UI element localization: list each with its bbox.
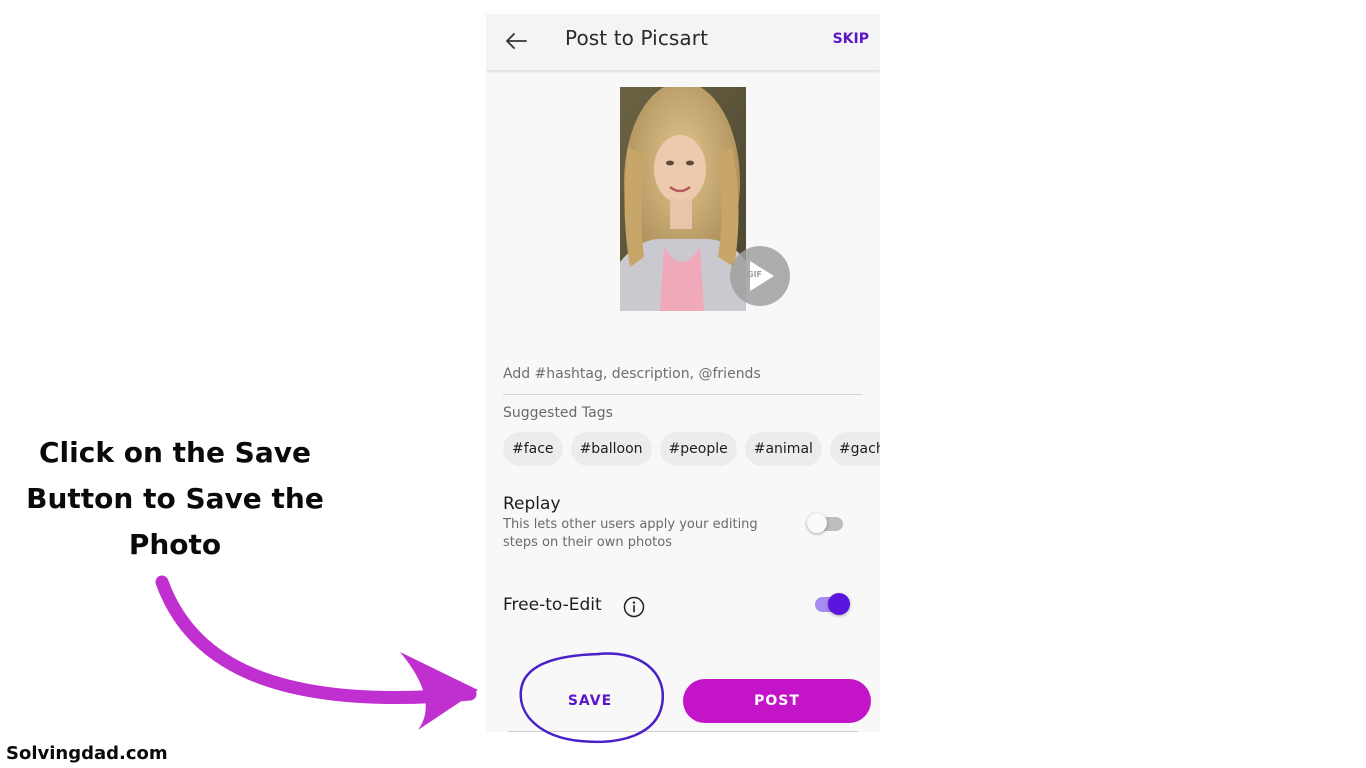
replay-title: Replay [503,494,561,514]
pointer-arrow [155,575,477,705]
tag-chip[interactable]: #people [659,432,737,466]
save-button[interactable]: SAVE [523,679,657,723]
page-title: Post to Picsart [565,26,709,50]
screenshot-page: Post to Picsart SKIP GIF Add #hashtag, d… [0,0,1366,768]
tag-chip[interactable]: #face [503,432,563,466]
watermark: Solvingdad.com [6,743,168,764]
replay-description: This lets other users apply your editing… [503,517,758,550]
top-app-bar: Post to Picsart SKIP [486,14,880,70]
free-to-edit-label: Free-to-Edit [503,595,602,615]
gif-badge-label: GIF [747,270,763,279]
toggle-knob [807,513,827,533]
arrow-left-icon[interactable] [502,27,530,55]
skip-button[interactable]: SKIP [833,31,869,47]
replay-toggle[interactable] [807,513,843,533]
free-to-edit-toggle[interactable] [815,593,851,617]
instruction-text: Click on the Save Button to Save the Pho… [26,436,324,561]
toggle-knob [828,593,850,615]
tag-chip[interactable]: #gacha [829,432,880,466]
suggested-tags-label: Suggested Tags [503,405,613,421]
info-circle-icon[interactable] [623,596,645,618]
portrait-photo [620,87,746,311]
post-button[interactable]: POST [683,679,871,723]
pointer-arrowhead [400,652,478,730]
suggested-tags-list: #face #balloon #people #animal #gacha [503,432,880,466]
tag-chip[interactable]: #balloon [570,432,652,466]
bottom-divider [508,731,858,732]
caption-input[interactable] [503,354,862,395]
post-preview-image[interactable] [620,87,746,311]
tag-chip[interactable]: #animal [744,432,822,466]
post-screen: Post to Picsart SKIP GIF Add #hashtag, d… [486,14,880,732]
play-gif-button[interactable]: GIF [730,246,790,306]
